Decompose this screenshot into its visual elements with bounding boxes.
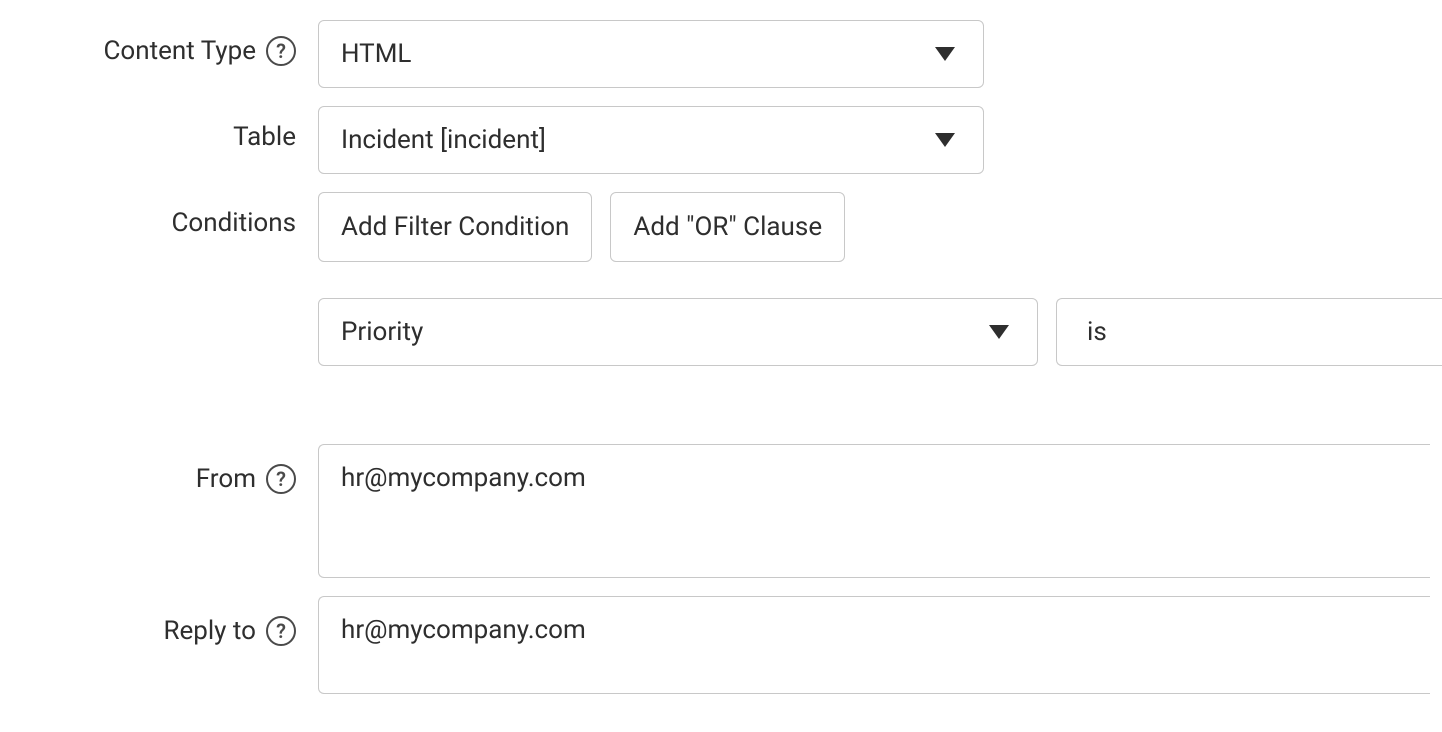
table-label: Table xyxy=(233,122,296,152)
help-icon[interactable]: ? xyxy=(266,464,296,494)
chevron-down-icon xyxy=(989,325,1009,339)
table-control: Incident [incident] xyxy=(318,106,1442,174)
condition-field-select[interactable]: Priority xyxy=(318,298,1038,366)
add-filter-condition-button[interactable]: Add Filter Condition xyxy=(318,192,592,262)
conditions-label-col: Conditions xyxy=(0,192,318,238)
chevron-down-icon xyxy=(935,133,955,147)
content-type-value: HTML xyxy=(341,39,411,69)
content-type-select[interactable]: HTML xyxy=(318,20,984,88)
reply-to-label: Reply to xyxy=(163,616,256,646)
conditions-label: Conditions xyxy=(171,208,296,238)
table-row: Table Incident [incident] xyxy=(0,106,1442,174)
add-or-clause-button[interactable]: Add "OR" Clause xyxy=(610,192,845,262)
help-icon[interactable]: ? xyxy=(266,36,296,66)
help-icon[interactable]: ? xyxy=(266,616,296,646)
table-label-col: Table xyxy=(0,106,318,152)
condition-field-value: Priority xyxy=(341,317,423,347)
condition-operator-value: is xyxy=(1087,317,1107,347)
content-type-label: Content Type xyxy=(104,36,257,66)
from-label: From xyxy=(196,464,256,494)
reply-to-row: Reply to ? xyxy=(0,596,1442,694)
content-type-control: HTML xyxy=(318,20,1442,88)
section-gap xyxy=(0,384,1442,444)
reply-to-label-col: Reply to ? xyxy=(0,596,318,646)
reply-to-input[interactable] xyxy=(318,596,1430,694)
content-type-label-col: Content Type ? xyxy=(0,20,318,66)
from-row: From ? xyxy=(0,444,1442,578)
from-label-col: From ? xyxy=(0,444,318,494)
conditions-control: Add Filter Condition Add "OR" Clause Pri… xyxy=(318,192,1442,366)
table-select[interactable]: Incident [incident] xyxy=(318,106,984,174)
condition-line: Priority is xyxy=(318,298,1442,366)
conditions-row: Conditions Add Filter Condition Add "OR"… xyxy=(0,192,1442,366)
content-type-row: Content Type ? HTML xyxy=(0,20,1442,88)
chevron-down-icon xyxy=(935,47,955,61)
from-input[interactable] xyxy=(318,444,1430,578)
condition-operator-select[interactable]: is xyxy=(1056,298,1442,366)
table-value: Incident [incident] xyxy=(341,125,546,155)
